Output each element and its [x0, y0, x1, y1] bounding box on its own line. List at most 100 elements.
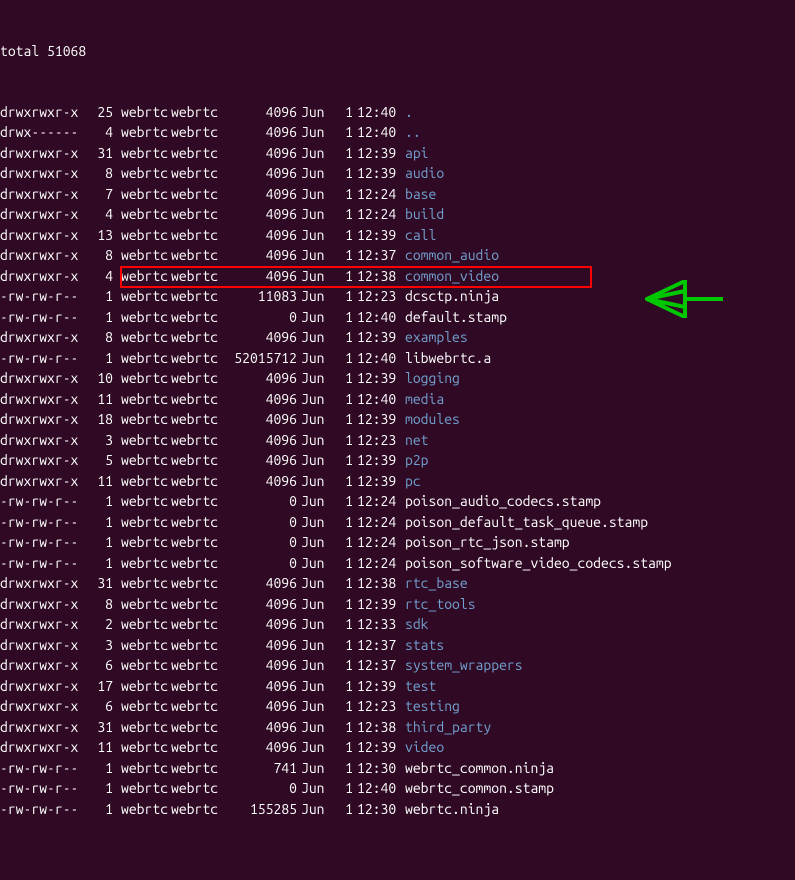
perms: drwxrwxr-x — [0, 614, 87, 635]
month: Jun — [297, 737, 329, 758]
dir-entry: audio — [401, 165, 444, 181]
link-count: 4 — [87, 204, 113, 225]
link-count: 1 — [87, 778, 113, 799]
dir-entry: .. — [401, 124, 421, 140]
dir-entry: base — [401, 186, 436, 202]
owner: webrtc — [113, 143, 169, 164]
time: 12:39 — [353, 327, 401, 348]
ls-row: -rw-rw-r--1webrtcwebrtc0Jun112:24poison_… — [0, 512, 795, 533]
owner: webrtc — [113, 594, 169, 615]
time: 12:38 — [353, 717, 401, 738]
dir-entry: call — [401, 227, 436, 243]
perms: -rw-rw-r-- — [0, 532, 87, 553]
time: 12:23 — [353, 696, 401, 717]
link-count: 11 — [87, 389, 113, 410]
perms: drwxrwxr-x — [0, 184, 87, 205]
group: webrtc — [169, 737, 225, 758]
owner: webrtc — [113, 573, 169, 594]
month: Jun — [297, 676, 329, 697]
time: 12:39 — [353, 594, 401, 615]
perms: drwxrwxr-x — [0, 696, 87, 717]
time: 12:39 — [353, 368, 401, 389]
dir-entry: common_audio — [401, 247, 499, 263]
group: webrtc — [169, 430, 225, 451]
day: 1 — [329, 799, 353, 820]
owner: webrtc — [113, 737, 169, 758]
ls-row: drwxrwxr-x8webrtcwebrtc4096Jun112:39audi… — [0, 163, 795, 184]
day: 1 — [329, 430, 353, 451]
day: 1 — [329, 676, 353, 697]
month: Jun — [297, 245, 329, 266]
link-count: 1 — [87, 799, 113, 820]
ls-row: drwxrwxr-x10webrtcwebrtc4096Jun112:39log… — [0, 368, 795, 389]
perms: drwxrwxr-x — [0, 409, 87, 430]
ls-row: drwxrwxr-x4webrtcwebrtc4096Jun112:24buil… — [0, 204, 795, 225]
day: 1 — [329, 758, 353, 779]
group: webrtc — [169, 532, 225, 553]
perms: -rw-rw-r-- — [0, 778, 87, 799]
ls-row: -rw-rw-r--1webrtcwebrtc0Jun112:24poison_… — [0, 491, 795, 512]
ls-row: drwxrwxr-x3webrtcwebrtc4096Jun112:23net — [0, 430, 795, 451]
perms: drwxrwxr-x — [0, 635, 87, 656]
size: 4096 — [225, 717, 297, 738]
day: 1 — [329, 696, 353, 717]
perms: -rw-rw-r-- — [0, 307, 87, 328]
link-count: 1 — [87, 286, 113, 307]
day: 1 — [329, 573, 353, 594]
owner: webrtc — [113, 327, 169, 348]
time: 12:40 — [353, 389, 401, 410]
link-count: 31 — [87, 143, 113, 164]
link-count: 13 — [87, 225, 113, 246]
ls-row: drwxrwxr-x3webrtcwebrtc4096Jun112:37stat… — [0, 635, 795, 656]
time: 12:39 — [353, 737, 401, 758]
time: 12:24 — [353, 491, 401, 512]
size: 4096 — [225, 266, 297, 287]
group: webrtc — [169, 491, 225, 512]
ls-row: drwxrwxr-x31webrtcwebrtc4096Jun112:38rtc… — [0, 573, 795, 594]
day: 1 — [329, 327, 353, 348]
size: 0 — [225, 491, 297, 512]
month: Jun — [297, 143, 329, 164]
time: 12:38 — [353, 573, 401, 594]
group: webrtc — [169, 614, 225, 635]
size: 4096 — [225, 737, 297, 758]
link-count: 31 — [87, 573, 113, 594]
ls-row: drwxrwxr-x8webrtcwebrtc4096Jun112:37comm… — [0, 245, 795, 266]
perms: drwxrwxr-x — [0, 163, 87, 184]
perms: -rw-rw-r-- — [0, 491, 87, 512]
time: 12:37 — [353, 635, 401, 656]
ls-row: drwxrwxr-x11webrtcwebrtc4096Jun112:39pc — [0, 471, 795, 492]
day: 1 — [329, 204, 353, 225]
size: 0 — [225, 532, 297, 553]
day: 1 — [329, 307, 353, 328]
time: 12:24 — [353, 184, 401, 205]
size: 4096 — [225, 327, 297, 348]
group: webrtc — [169, 635, 225, 656]
group: webrtc — [169, 471, 225, 492]
link-count: 11 — [87, 737, 113, 758]
owner: webrtc — [113, 553, 169, 574]
perms: drwxrwxr-x — [0, 676, 87, 697]
group: webrtc — [169, 286, 225, 307]
terminal-output[interactable]: total 51068 drwxrwxr-x25webrtcwebrtc4096… — [0, 0, 795, 880]
link-count: 2 — [87, 614, 113, 635]
group: webrtc — [169, 778, 225, 799]
ls-row: drwxrwxr-x31webrtcwebrtc4096Jun112:38thi… — [0, 717, 795, 738]
day: 1 — [329, 471, 353, 492]
group: webrtc — [169, 512, 225, 533]
month: Jun — [297, 491, 329, 512]
group: webrtc — [169, 122, 225, 143]
file-entry: libwebrtc.a — [401, 350, 491, 366]
group: webrtc — [169, 676, 225, 697]
month: Jun — [297, 368, 329, 389]
size: 11083 — [225, 286, 297, 307]
ls-row: drwxrwxr-x2webrtcwebrtc4096Jun112:33sdk — [0, 614, 795, 635]
ls-row: drwxrwxr-x11webrtcwebrtc4096Jun112:39vid… — [0, 737, 795, 758]
file-entry: poison_audio_codecs.stamp — [401, 493, 601, 509]
time: 12:24 — [353, 532, 401, 553]
owner: webrtc — [113, 778, 169, 799]
link-count: 1 — [87, 491, 113, 512]
link-count: 6 — [87, 655, 113, 676]
month: Jun — [297, 635, 329, 656]
owner: webrtc — [113, 430, 169, 451]
